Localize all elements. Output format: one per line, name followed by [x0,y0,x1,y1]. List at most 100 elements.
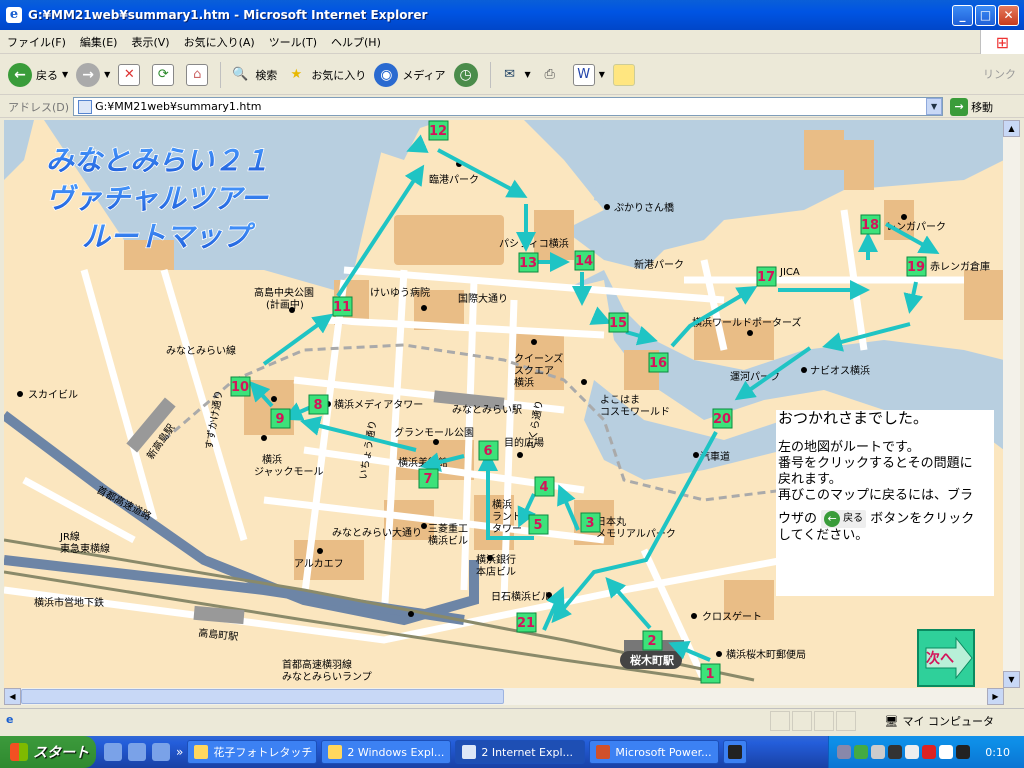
route-number-17: 17 [757,270,775,285]
search-button[interactable]: 🔍 検索 [229,64,277,86]
forward-button[interactable]: → ▼ [76,62,110,87]
task-hanako[interactable]: 花子フォトレタッチ [187,740,318,764]
history-button[interactable]: ◷ [453,62,482,87]
tray-icon-6[interactable] [922,745,936,759]
horizontal-scroll-thumb[interactable] [21,689,504,704]
menu-file[interactable]: ファイル(F) [0,34,73,50]
minimize-button[interactable]: _ [952,4,973,26]
scroll-left-arrow[interactable]: ◀ [4,688,21,705]
label-mm-line: みなとみらい線 [166,344,236,357]
home-button[interactable]: ⌂ [186,63,212,86]
word-icon: W [572,63,595,86]
route-number-5: 5 [533,518,542,533]
menu-view[interactable]: 表示(V) [124,34,176,50]
tray-icon-7[interactable] [939,745,953,759]
route-marker-10[interactable]: 10 [230,376,251,397]
route-marker-12[interactable]: 12 [428,120,449,141]
address-dropdown[interactable]: ▼ [926,98,943,115]
vertical-scrollbar[interactable]: ▲ ▼ [1003,120,1020,688]
links-label[interactable]: リンク [983,66,1016,82]
route-marker-17[interactable]: 17 [756,266,777,287]
task-explorer[interactable]: 2 Windows Expl... [321,740,452,764]
route-number-6: 6 [483,444,492,459]
menu-favorites[interactable]: お気に入り(A) [177,34,262,50]
route-marker-19[interactable]: 19 [906,256,927,277]
route-marker-4[interactable]: 4 [534,476,555,497]
refresh-button[interactable]: ⟳ [152,63,178,86]
route-marker-8[interactable]: 8 [308,394,329,415]
tray-icon-5[interactable] [905,745,919,759]
menu-bar: ファイル(F) 編集(E) 表示(V) お気に入り(A) ツール(T) ヘルプ(… [0,30,1024,54]
route-marker-15[interactable]: 15 [608,312,629,333]
media-button[interactable]: ◉ メディア [374,62,446,87]
print-button[interactable]: ⎙ [539,64,565,86]
mail-button[interactable]: ✉ ▼ [499,64,531,86]
menu-tools[interactable]: ツール(T) [262,34,324,50]
route-number-3: 3 [585,516,594,531]
route-number-1: 1 [705,667,714,682]
route-marker-3[interactable]: 3 [580,512,601,533]
discuss-button[interactable] [612,63,639,86]
route-marker-9[interactable]: 9 [270,408,291,429]
menu-help[interactable]: ヘルプ(H) [324,34,388,50]
label-kokusai: 国際大通り [458,292,508,305]
favorites-label: お気に入り [311,68,367,82]
address-input[interactable]: G:¥MM21web¥summary1.htm [73,97,944,116]
route-number-12: 12 [429,124,447,139]
task-ie[interactable]: 2 Internet Expl... [455,740,586,764]
label-takashima: 高島中央公園 [254,286,314,299]
label-akarenga: 赤レンガ倉庫 [930,260,990,273]
route-marker-18[interactable]: 18 [860,214,881,235]
route-marker-14[interactable]: 14 [574,250,595,271]
route-number-15: 15 [609,316,627,331]
label-mm-station: みなとみらい駅 [452,404,522,416]
route-marker-20[interactable]: 20 [712,408,733,429]
quicklaunch-icon-2[interactable] [128,743,146,761]
quicklaunch-expand-icon[interactable]: » [176,745,183,759]
label-bank-2: 本店ビル [476,565,516,578]
title-bar[interactable]: e G:¥MM21web¥summary1.htm - Microsoft In… [0,0,1024,30]
favorites-button[interactable]: ★ お気に入り [285,64,366,86]
tray-icon-8[interactable] [956,745,970,759]
mail-icon: ✉ [504,67,515,82]
maximize-button[interactable]: □ [975,4,996,26]
menu-edit[interactable]: 編集(E) [73,34,125,50]
quicklaunch-icon-3[interactable] [152,743,170,761]
route-marker-13[interactable]: 13 [518,252,539,273]
route-marker-5[interactable]: 5 [528,514,549,535]
route-marker-21[interactable]: 21 [516,612,537,633]
tray-icon-2[interactable] [854,745,868,759]
scroll-up-arrow[interactable]: ▲ [1003,120,1020,137]
window-title: G:¥MM21web¥summary1.htm - Microsoft Inte… [28,8,428,22]
task-app-16[interactable] [723,740,748,764]
back-button[interactable]: ← 戻る ▼ [8,62,68,87]
label-pukari: ぷかりさん橋 [614,201,674,214]
route-marker-7[interactable]: 7 [418,468,439,489]
tray-icon-4[interactable] [888,745,902,759]
label-world-porters: 横浜ワールドポーターズ [692,316,802,329]
edit-button[interactable]: W ▼ [572,63,605,86]
route-marker-16[interactable]: 16 [648,352,669,373]
media-icon: ◉ [374,62,399,87]
scroll-right-arrow[interactable]: ▶ [987,688,1004,705]
start-button[interactable]: スタート [0,736,96,768]
label-cosmo-2: コスモワールド [600,407,670,418]
next-page-button[interactable]: 次へ [917,629,975,687]
close-button[interactable]: ✕ [998,4,1019,26]
zone-label: マイ コンピュータ [902,715,995,728]
scroll-down-arrow[interactable]: ▼ [1003,671,1020,688]
label-skybill: スカイビル [28,389,78,401]
quicklaunch-icon-1[interactable] [104,743,122,761]
tray-icon-1[interactable] [837,745,851,759]
tray-icon-3[interactable] [871,745,885,759]
task-powerpoint[interactable]: Microsoft Power... [589,740,720,764]
horizontal-scrollbar[interactable]: ◀ ▶ [4,688,1004,705]
route-marker-2[interactable]: 2 [642,630,663,651]
back-arrow-icon: ← [824,511,841,527]
go-button[interactable]: → 移動 [950,97,993,116]
route-marker-6[interactable]: 6 [478,440,499,461]
stop-button[interactable]: ✕ [118,63,144,86]
route-marker-11[interactable]: 11 [332,296,353,317]
label-ramp-2: みなとみらいランプ [282,671,372,683]
route-marker-1[interactable]: 1 [700,663,721,684]
